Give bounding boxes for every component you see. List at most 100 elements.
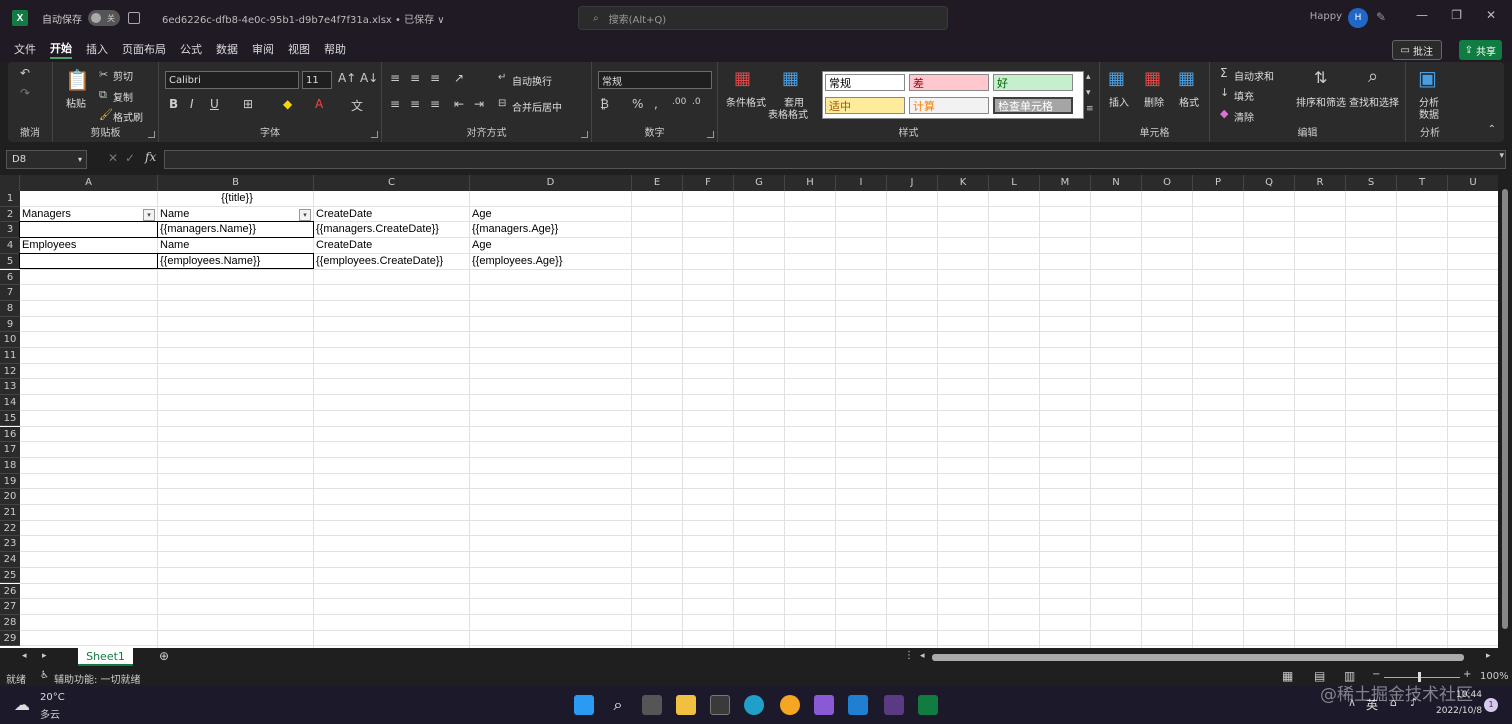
row-header-13[interactable]: 13 <box>0 379 20 396</box>
store-icon[interactable] <box>710 695 730 715</box>
vertical-scrollbar[interactable] <box>1498 175 1512 648</box>
tab-sheet1[interactable]: Sheet1 <box>78 648 133 666</box>
autosum-icon[interactable]: Σ <box>1220 66 1228 80</box>
zoom-in-icon[interactable]: + <box>1463 669 1471 680</box>
formula-input[interactable] <box>164 150 1506 169</box>
gallery-more-icon[interactable]: ≡ <box>1086 104 1094 114</box>
row-header-20[interactable]: 20 <box>0 489 20 505</box>
percent-icon[interactable]: % <box>632 97 643 111</box>
restore-icon[interactable]: ❐ <box>1451 8 1462 22</box>
insert-cells-button[interactable]: 插入 <box>1109 94 1129 109</box>
style-bad[interactable]: 差 <box>909 74 989 91</box>
prev-sheet-icon[interactable]: ◂ <box>22 651 27 661</box>
row-header-26[interactable]: 26 <box>0 583 20 600</box>
start-icon[interactable] <box>574 695 594 715</box>
copy-icon[interactable]: ⧉ <box>99 88 107 102</box>
row-header-16[interactable]: 16 <box>0 426 20 443</box>
add-sheet-icon[interactable]: ⊕ <box>159 649 169 663</box>
filter-dropdown-icon[interactable]: ▾ <box>143 208 155 221</box>
enter-icon[interactable]: ✓ <box>125 151 135 165</box>
minimize-icon[interactable]: — <box>1416 8 1428 22</box>
wrap-text-button[interactable]: 自动换行 <box>512 73 552 88</box>
tab-split-handle-icon[interactable]: ⋮ <box>904 650 914 661</box>
autosave-toggle[interactable]: 关 <box>88 10 120 26</box>
cell-d3[interactable]: {{managers.Age}} <box>470 222 558 237</box>
align-top-icon[interactable]: ≡ <box>390 71 400 85</box>
menu-page-layout[interactable]: 页面布局 <box>122 41 166 57</box>
cell-c2[interactable]: CreateDate <box>314 207 372 222</box>
column-header-n[interactable]: N <box>1091 175 1142 191</box>
fill-button[interactable]: 填充 <box>1234 88 1254 103</box>
worksheet-grid[interactable]: A B C D E F G H I J K L M N O P Q R S T U 1 2 3 4 5 6 7 8 9 10 11 12 13 14… <box>0 175 1498 648</box>
cancel-icon[interactable]: ✕ <box>108 151 118 165</box>
wrap-text-icon[interactable]: ↵ <box>498 72 506 83</box>
font-dialog-launcher[interactable] <box>371 131 378 138</box>
save-icon[interactable] <box>128 12 140 24</box>
format-cells-button[interactable]: 格式 <box>1179 94 1199 109</box>
normal-view-icon[interactable]: ▦ <box>1282 669 1293 683</box>
row-header-19[interactable]: 19 <box>0 473 20 490</box>
style-check-cell[interactable]: 检查单元格 <box>993 97 1073 114</box>
undo-icon[interactable]: ↶ <box>20 66 30 80</box>
style-calculation[interactable]: 计算 <box>909 97 989 114</box>
column-header-h[interactable]: H <box>785 175 836 191</box>
paste-button[interactable]: 粘贴 <box>66 95 86 110</box>
align-center-icon[interactable]: ≡ <box>410 97 420 111</box>
cut-icon[interactable]: ✂ <box>99 68 108 81</box>
cell-d2[interactable]: Age <box>470 207 492 222</box>
row-header-22[interactable]: 22 <box>0 520 20 537</box>
row-header-6[interactable]: 6 <box>0 269 20 286</box>
style-good[interactable]: 好 <box>993 74 1073 91</box>
edge-icon[interactable] <box>744 695 764 715</box>
row-header-9[interactable]: 9 <box>0 316 20 333</box>
vertical-scroll-thumb[interactable] <box>1502 189 1508 629</box>
format-cells-icon[interactable]: ▦ <box>1178 68 1195 89</box>
analyze-data-line2[interactable]: 数据 <box>1419 106 1439 121</box>
row-header-28[interactable]: 28 <box>0 614 20 631</box>
bold-icon[interactable]: B <box>169 97 178 111</box>
cell-b2[interactable]: Name <box>158 207 189 222</box>
align-right-icon[interactable]: ≡ <box>430 97 440 111</box>
menu-home[interactable]: 开始 <box>50 40 72 59</box>
number-format-select[interactable]: 常规 <box>598 71 712 89</box>
task-view-icon[interactable] <box>642 695 662 715</box>
column-header-o[interactable]: O <box>1142 175 1193 191</box>
row-header-27[interactable]: 27 <box>0 599 20 615</box>
column-header-u[interactable]: U <box>1448 175 1498 191</box>
sort-filter-button[interactable]: 排序和筛选 <box>1296 94 1346 109</box>
browser-icon[interactable] <box>780 695 800 715</box>
find-select-button[interactable]: 查找和选择 <box>1349 94 1399 109</box>
filter-dropdown-icon[interactable]: ▾ <box>299 208 311 221</box>
analyze-data-icon[interactable]: ▣ <box>1418 66 1437 90</box>
font-size-select[interactable]: 11 <box>302 71 332 89</box>
cell-a4[interactable]: Employees <box>20 238 76 253</box>
style-normal[interactable]: 常规 <box>825 74 905 91</box>
close-icon[interactable]: ✕ <box>1486 8 1496 22</box>
horizontal-scroll-thumb[interactable] <box>932 654 1464 661</box>
row-header-21[interactable]: 21 <box>0 505 20 521</box>
conditional-format-icon[interactable]: ▦ <box>734 68 751 89</box>
column-header-p[interactable]: P <box>1193 175 1244 191</box>
file-name[interactable]: 6ed6226c-dfb8-4e0c-95b1-d9b7e4f7f31a.xls… <box>162 11 445 26</box>
weather-desc[interactable]: 多云 <box>40 706 60 721</box>
style-neutral[interactable]: 适中 <box>825 97 905 114</box>
align-left-icon[interactable]: ≡ <box>390 97 400 111</box>
delete-cells-icon[interactable]: ▦ <box>1144 68 1161 89</box>
decrease-decimal-icon[interactable]: .0 <box>692 97 701 107</box>
redo-icon[interactable]: ↷ <box>20 86 30 100</box>
underline-icon[interactable]: U <box>210 97 219 111</box>
column-header-d[interactable]: D <box>470 175 632 191</box>
menu-formulas[interactable]: 公式 <box>180 41 202 57</box>
column-header-q[interactable]: Q <box>1244 175 1295 191</box>
weather-icon[interactable]: ☁ <box>14 695 30 714</box>
search-input[interactable]: ⌕ 搜索(Alt+Q) <box>578 6 948 30</box>
row-header-18[interactable]: 18 <box>0 457 20 474</box>
row-header-23[interactable]: 23 <box>0 536 20 553</box>
insert-function-icon[interactable]: fx <box>145 150 156 164</box>
search-taskbar-icon[interactable]: ⌕ <box>608 695 628 715</box>
row-header-25[interactable]: 25 <box>0 567 20 584</box>
align-bottom-icon[interactable]: ≡ <box>430 71 440 85</box>
weather-temp[interactable]: 20°C <box>40 692 65 703</box>
column-header-a[interactable]: A <box>20 175 158 191</box>
scroll-right-icon[interactable]: ▸ <box>1486 651 1491 661</box>
